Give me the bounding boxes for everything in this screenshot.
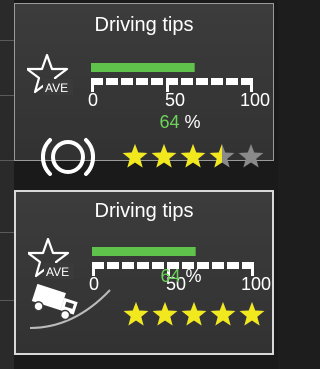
average-star-icon: AVE [27, 53, 73, 95]
percent-readout: 64 % [95, 112, 265, 133]
star-filled-icon [123, 302, 149, 326]
gauge-max-label: 100 [240, 90, 270, 110]
driving-tips-card-slope[interactable]: Driving tips AVE 0 50 100 64 % [14, 190, 274, 355]
panel-title: Driving tips [94, 200, 194, 222]
star-empty-icon [238, 144, 264, 168]
brake-disc-icon [40, 138, 96, 176]
star-filled-icon [181, 302, 207, 326]
percent-readout: 64 % [96, 266, 266, 287]
star-filled-icon [210, 302, 236, 326]
strip-divider [0, 300, 14, 301]
driving-tips-screen: Driving tips AVE 0 50 100 64 % Driving t… [0, 0, 278, 369]
strip-divider [0, 95, 14, 96]
percent-value: 64 [160, 266, 181, 286]
percent-value: 64 [159, 112, 180, 132]
star-filled-icon [152, 302, 178, 326]
average-star-icon: AVE [28, 237, 74, 279]
gauge-min-label: 0 [88, 90, 98, 110]
gauge-mid-label: 50 [165, 90, 185, 110]
strip-divider [0, 160, 14, 161]
average-gauge: 0 50 100 [88, 63, 270, 110]
gauge-fill-bar [92, 247, 196, 256]
star-filled-icon [151, 144, 177, 168]
strip-divider [0, 232, 14, 233]
average-badge-text: AVE [45, 81, 68, 95]
strip-divider [0, 40, 14, 41]
rating-stars [121, 142, 271, 172]
truck-on-slope-icon [29, 283, 111, 329]
left-side-strip [0, 0, 14, 369]
star-filled-icon [122, 144, 148, 168]
driving-tips-card-brake[interactable]: Driving tips AVE 0 50 100 64 % [14, 3, 274, 176]
average-badge-text: AVE [46, 265, 69, 279]
star-filled-icon [180, 144, 206, 168]
gauge-fill-bar [91, 63, 195, 72]
star-filled-icon [239, 302, 265, 326]
panel-title: Driving tips [94, 14, 194, 36]
rating-stars [122, 300, 272, 330]
percent-unit: % [184, 112, 201, 132]
percent-unit: % [185, 266, 202, 286]
